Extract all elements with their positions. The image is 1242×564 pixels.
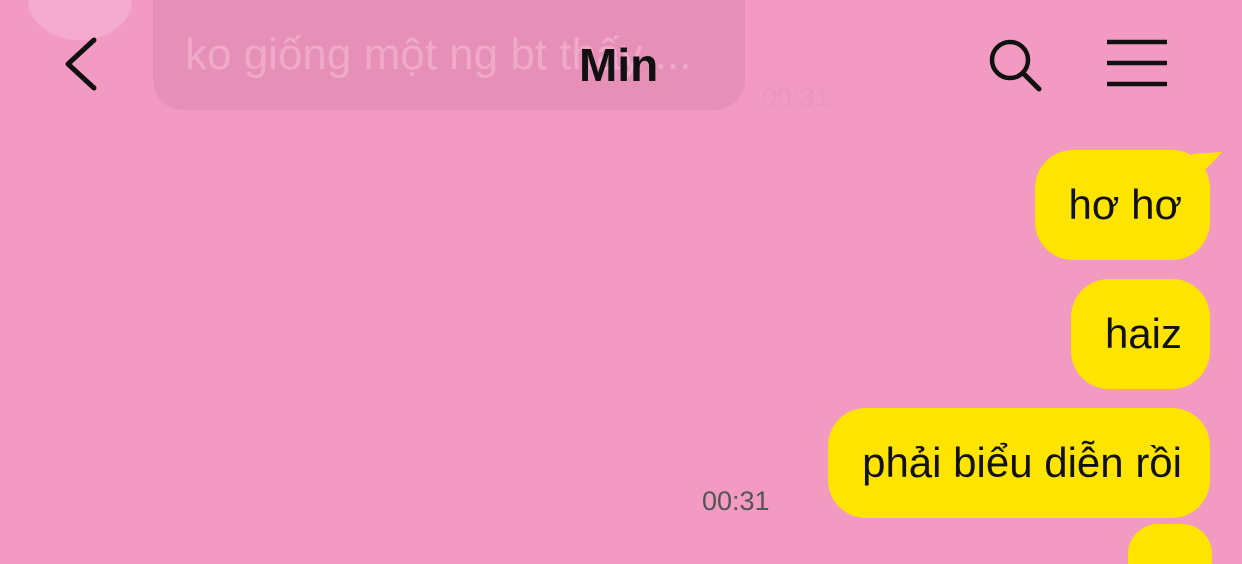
message-timestamp: 00:31: [702, 486, 770, 516]
message-text: hơ hơ: [1068, 181, 1182, 228]
message-bubble[interactable]: haiz: [1070, 279, 1210, 389]
hamburger-menu-icon[interactable]: [1104, 38, 1170, 88]
message-text: haiz: [1104, 310, 1182, 357]
message-bubble[interactable]: hơ hơ: [1034, 150, 1210, 260]
search-icon[interactable]: [986, 36, 1044, 94]
previous-message-time: 00:31: [762, 82, 830, 112]
message-bubble[interactable]: [1128, 524, 1212, 564]
chevron-left-icon[interactable]: [58, 34, 106, 94]
message-text: phải biểu diễn rồi: [862, 439, 1182, 486]
message-bubble[interactable]: phải biểu diễn rồi: [828, 408, 1210, 518]
chat-title: Min: [579, 39, 659, 91]
